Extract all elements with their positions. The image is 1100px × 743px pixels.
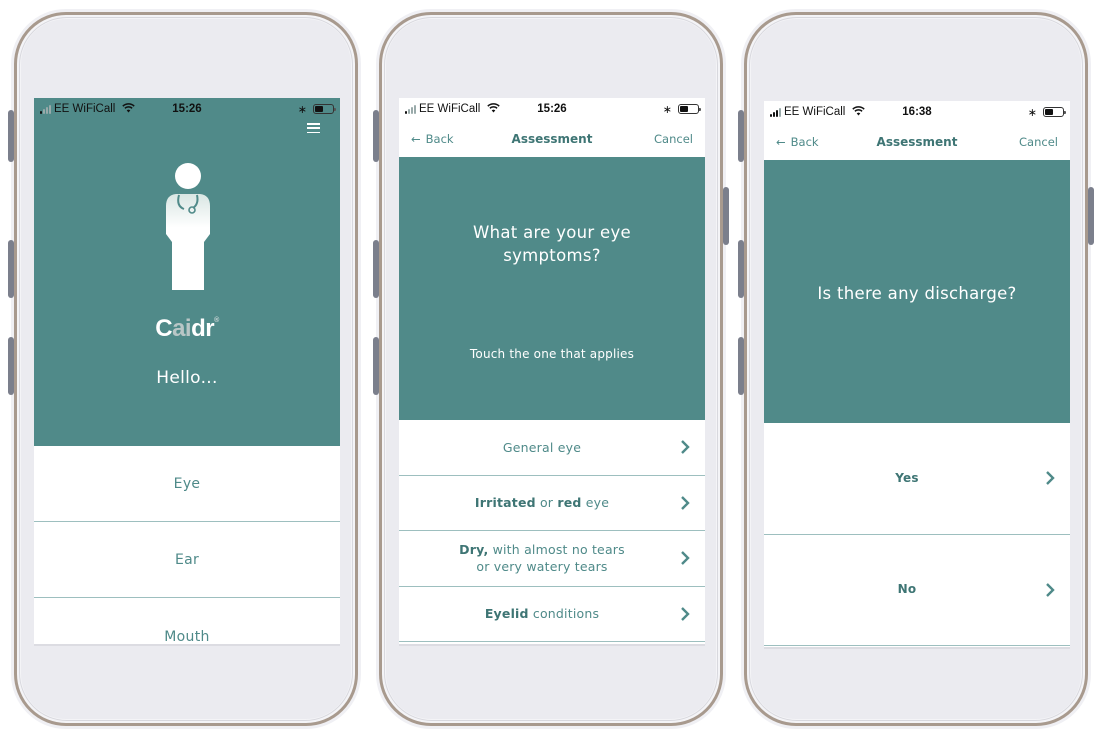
back-button[interactable]: ← Back [776,135,819,149]
option-label-bold: red [557,495,582,511]
nav-bar: ← Back Assessment Cancel [399,120,705,157]
side-button-volume-up [8,240,14,298]
option-label-bold: Irritated [474,495,536,511]
battery-icon [313,104,336,114]
caidr-logo: Caidr® [155,315,219,342]
option-label: General eye [502,439,582,455]
option-label-bold: Eyelid [484,606,529,622]
question-panel: What are your eye symptoms? Touch the on… [399,157,705,420]
option-label: No [897,582,917,597]
cancel-button[interactable]: Cancel [1019,135,1058,149]
hamburger-icon[interactable] [307,123,320,133]
option-irritated-red-eye[interactable]: Irritated or red eye [399,476,705,531]
battery-icon [678,104,701,114]
list-item-ear[interactable]: Ear [34,522,340,598]
back-label: Back [425,131,454,146]
list-item-eye[interactable]: Eye [34,446,340,522]
nav-bar: ← Back Assessment Cancel [764,123,1070,160]
phone-frame-discharge: EE WiFiCall 16:38 ∗ ← Back Assessment Ca… [738,12,1094,726]
back-label: Back [790,134,819,149]
carrier-label: EE WiFiCall [784,106,846,118]
side-button-volume-up [738,240,744,298]
side-button-mute [8,110,14,162]
side-button-volume-up [373,240,379,298]
side-button-mute [373,110,379,162]
carrier-label: EE WiFiCall [54,103,116,115]
screen-home: EE WiFiCall 15:26 ∗ Caidr® Hello... Eye … [34,98,340,644]
bluetooth-icon: ∗ [297,103,307,116]
option-eyelid-conditions[interactable]: Eyelid conditions [399,587,705,642]
home-header: EE WiFiCall 15:26 ∗ Caidr® Hello... [34,98,340,446]
option-general-eye[interactable]: General eye [399,420,705,476]
side-button-mute [738,110,744,162]
status-bar: EE WiFiCall 15:26 ∗ [399,98,705,120]
side-button-volume-down [8,337,14,395]
option-label-line2: or very watery tears [476,559,608,575]
wifi-icon [122,102,136,116]
chevron-right-icon [1046,471,1055,486]
chevron-right-icon [681,440,690,455]
back-arrow-icon: ← [776,134,786,149]
option-label-bold: Dry, [459,542,489,558]
back-button[interactable]: ← Back [411,132,454,146]
answer-options: Yes No [764,423,1070,646]
option-label: Yes [895,470,919,485]
option-dry-or-watery[interactable]: Dry, with almost no tears or very watery… [399,531,705,587]
phone-frame-eye-symptoms: EE WiFiCall 15:26 ∗ ← Back Assessment Ca… [373,12,729,726]
option-label: eye [581,495,610,511]
chevron-right-icon [681,606,690,621]
side-button-volume-down [373,337,379,395]
signal-icon [770,107,781,117]
bluetooth-icon: ∗ [662,103,672,116]
question-title: What are your eye symptoms? [472,223,632,265]
body-part-list: Eye Ear Mouth [34,446,340,644]
greeting-text: Hello... [156,368,218,388]
option-no[interactable]: No [764,535,1070,646]
chevron-right-icon [1046,582,1055,597]
screen-eye-symptoms: EE WiFiCall 15:26 ∗ ← Back Assessment Ca… [399,98,705,644]
option-label: with almost no tears [488,542,625,558]
option-label: or [535,495,558,511]
chevron-right-icon [681,495,690,510]
battery-icon [1043,107,1066,117]
back-arrow-icon: ← [411,131,421,146]
cancel-button[interactable]: Cancel [654,132,693,146]
phone-frame-home: EE WiFiCall 15:26 ∗ Caidr® Hello... Eye … [8,12,358,726]
question-panel: Is there any discharge? [764,160,1070,423]
symptom-options: General eye Irritated or red eye Dry, wi… [399,420,705,642]
screen-discharge: EE WiFiCall 16:38 ∗ ← Back Assessment Ca… [764,101,1070,647]
list-item-mouth[interactable]: Mouth [34,598,340,644]
question-subtitle: Touch the one that applies [469,347,635,361]
status-bar: EE WiFiCall 16:38 ∗ [764,101,1070,123]
status-bar: EE WiFiCall 15:26 ∗ [34,98,340,120]
wifi-icon [487,102,501,116]
side-button-power [723,187,729,245]
doctor-icon [166,163,210,290]
signal-icon [40,104,51,114]
chevron-right-icon [681,551,690,566]
carrier-label: EE WiFiCall [419,103,481,115]
side-button-power [1088,187,1094,245]
question-title: Is there any discharge? [817,284,1017,303]
signal-icon [405,104,416,114]
bluetooth-icon: ∗ [1027,106,1037,119]
side-button-volume-down [738,337,744,395]
option-label: conditions [528,606,600,622]
home-hero: Caidr® Hello... [34,120,340,446]
option-yes[interactable]: Yes [764,423,1070,535]
wifi-icon [852,105,866,119]
